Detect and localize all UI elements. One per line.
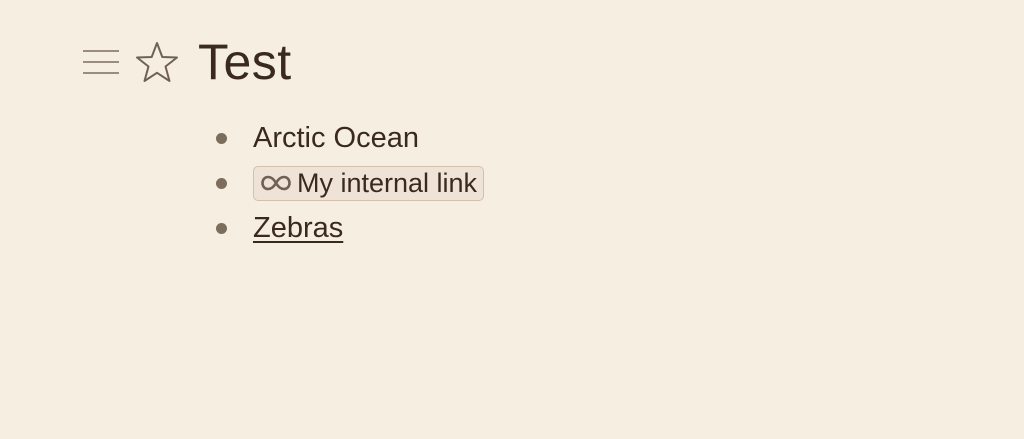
list-item: Zebras — [216, 208, 484, 248]
bullet-list: Arctic Ocean My internal link Zebras — [216, 118, 485, 248]
bullet-dot[interactable] — [216, 177, 227, 189]
favorite-button[interactable] — [134, 39, 180, 85]
hamburger-menu-icon — [83, 50, 119, 74]
infinity-link-icon — [261, 175, 291, 191]
internal-link-chip[interactable]: My internal link — [253, 165, 485, 201]
list-item: My internal link — [216, 163, 485, 203]
menu-button[interactable] — [82, 48, 120, 76]
bullet-dot[interactable] — [216, 222, 227, 234]
star-outline-icon — [136, 42, 178, 82]
page-title: Test — [198, 34, 292, 90]
page-header: Test — [82, 36, 292, 88]
list-item: Arctic Ocean — [216, 118, 484, 158]
bullet-dot[interactable] — [216, 132, 227, 144]
internal-link-label: My internal link — [297, 167, 478, 198]
zebras-link[interactable]: Zebras — [253, 208, 343, 248]
bullet-text[interactable]: Arctic Ocean — [253, 118, 419, 158]
